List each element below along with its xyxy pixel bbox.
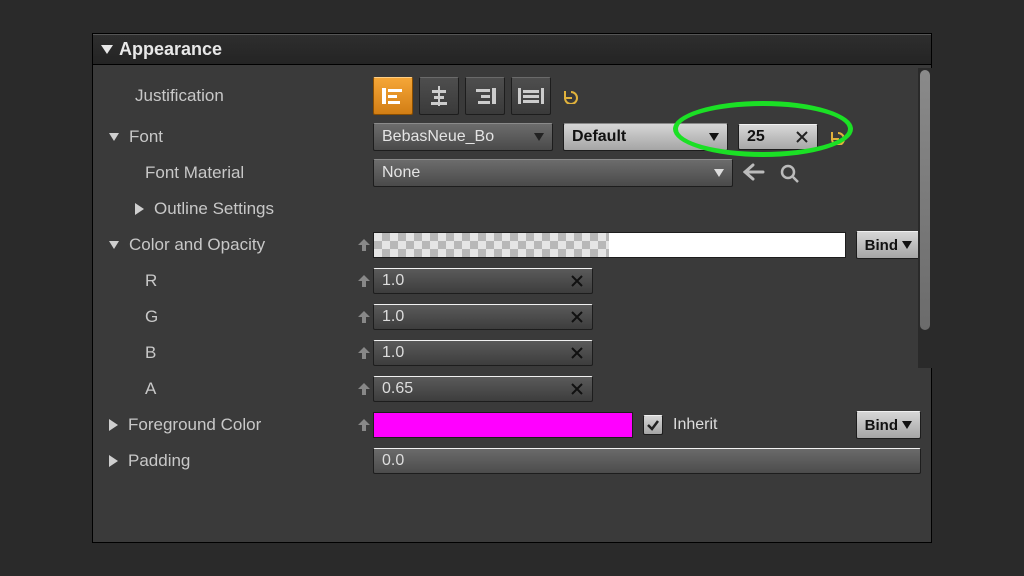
expand-font-icon	[109, 133, 119, 141]
foreground-swatch	[374, 413, 632, 437]
chevron-down-icon	[534, 133, 544, 141]
browse-back-icon[interactable]	[743, 163, 765, 183]
collapse-icon	[101, 45, 113, 54]
scrollbar[interactable]	[918, 68, 932, 368]
label-outline-settings[interactable]: Outline Settings	[103, 199, 373, 219]
pin-g-icon[interactable]	[355, 308, 373, 326]
appearance-panel: Appearance Justification	[92, 33, 932, 543]
chevron-down-icon	[714, 169, 724, 177]
pin-foreground-icon[interactable]	[355, 416, 373, 434]
section-header-appearance[interactable]: Appearance	[93, 34, 931, 65]
drag-handle-icon	[570, 346, 584, 360]
inherit-checkbox[interactable]	[643, 415, 663, 435]
chevron-down-icon	[902, 241, 912, 249]
a-value: 0.65	[382, 380, 413, 398]
section-body: Justification	[93, 65, 931, 487]
pin-a-icon[interactable]	[355, 380, 373, 398]
font-size-value: 25	[747, 128, 765, 146]
font-size-spinner[interactable]: 25	[738, 124, 818, 150]
color-swatch	[609, 233, 844, 257]
label-padding[interactable]: Padding	[103, 451, 373, 471]
justify-fill-icon	[518, 87, 544, 105]
r-value: 1.0	[382, 272, 404, 290]
label-font[interactable]: Font	[103, 127, 373, 147]
expand-padding-icon	[109, 455, 118, 467]
justify-center-icon	[428, 86, 450, 106]
g-spinner[interactable]: 1.0	[373, 304, 593, 330]
drag-handle-icon	[570, 274, 584, 288]
font-material-value: None	[382, 164, 420, 182]
drag-handle-icon	[570, 310, 584, 324]
font-family-value: BebasNeue_Bo	[382, 128, 494, 146]
section-title: Appearance	[119, 39, 222, 60]
pin-r-icon[interactable]	[355, 272, 373, 290]
g-value: 1.0	[382, 308, 404, 326]
expand-foreground-icon	[109, 419, 118, 431]
b-value: 1.0	[382, 344, 404, 362]
font-material-dropdown[interactable]: None	[373, 159, 733, 187]
label-font-material: Font Material	[103, 163, 373, 183]
inherit-label: Inherit	[673, 416, 717, 434]
reset-font-icon[interactable]	[828, 128, 846, 146]
color-opacity-preview[interactable]	[373, 232, 846, 258]
scrollbar-thumb[interactable]	[920, 70, 930, 330]
label-foreground-color[interactable]: Foreground Color	[103, 415, 373, 435]
font-typeface-dropdown[interactable]: Default	[563, 123, 728, 151]
justify-fill-button[interactable]	[511, 77, 551, 115]
label-b: B	[103, 343, 373, 363]
bind-color-button[interactable]: Bind	[856, 231, 921, 259]
bind-foreground-button[interactable]: Bind	[856, 411, 921, 439]
expand-outline-icon	[135, 203, 144, 215]
justify-right-icon	[474, 87, 496, 105]
justify-left-button[interactable]	[373, 77, 413, 115]
label-a: A	[103, 379, 373, 399]
drag-handle-icon	[795, 130, 809, 144]
label-r: R	[103, 271, 373, 291]
label-color-opacity[interactable]: Color and Opacity	[103, 235, 373, 255]
alpha-checker	[374, 233, 609, 257]
justify-right-button[interactable]	[465, 77, 505, 115]
label-justification: Justification	[103, 86, 373, 106]
padding-spinner[interactable]: 0.0	[373, 448, 921, 474]
r-spinner[interactable]: 1.0	[373, 268, 593, 294]
pin-b-icon[interactable]	[355, 344, 373, 362]
expand-color-icon	[109, 241, 119, 249]
foreground-color-preview[interactable]	[373, 412, 633, 438]
drag-handle-icon	[570, 382, 584, 396]
chevron-down-icon	[709, 133, 719, 141]
justify-center-button[interactable]	[419, 77, 459, 115]
reset-justification-icon[interactable]	[561, 87, 579, 105]
b-spinner[interactable]: 1.0	[373, 340, 593, 366]
font-family-dropdown[interactable]: BebasNeue_Bo	[373, 123, 553, 151]
pin-color-opacity-icon[interactable]	[355, 236, 373, 254]
font-typeface-value: Default	[572, 128, 626, 146]
label-g: G	[103, 307, 373, 327]
find-asset-icon[interactable]	[779, 163, 799, 183]
a-spinner[interactable]: 0.65	[373, 376, 593, 402]
chevron-down-icon	[902, 421, 912, 429]
padding-value: 0.0	[382, 452, 404, 470]
justify-left-icon	[382, 87, 404, 105]
justification-controls	[373, 77, 921, 115]
